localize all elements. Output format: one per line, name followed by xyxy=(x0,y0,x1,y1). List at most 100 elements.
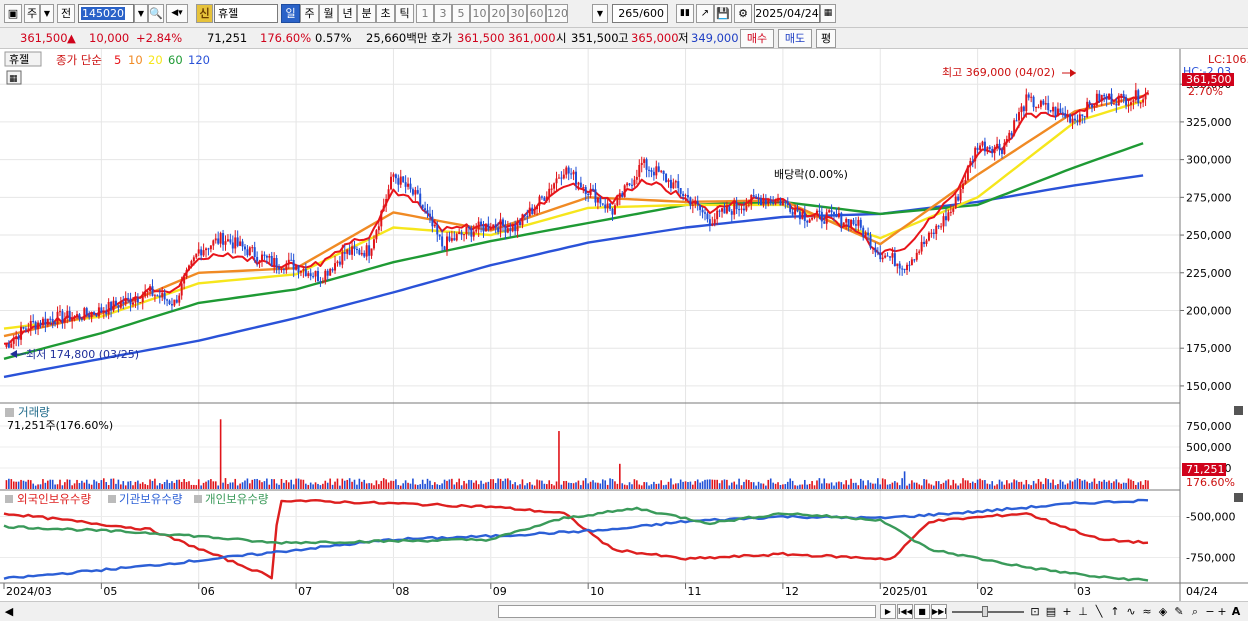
candle-body xyxy=(772,202,775,205)
candle-body xyxy=(633,179,636,186)
candle-body xyxy=(742,208,745,211)
minute-tab-5[interactable]: 5 xyxy=(452,4,470,23)
search-icon[interactable]: 🔍 xyxy=(148,4,164,23)
minute-tab-120[interactable]: 120 xyxy=(546,4,568,23)
volume-bar xyxy=(1018,481,1020,489)
candle-body xyxy=(638,165,641,177)
candle-body xyxy=(733,202,736,215)
candle-body xyxy=(334,263,337,271)
volume-bar xyxy=(429,480,431,489)
volume-bar xyxy=(1069,480,1071,489)
volume-panel-close-icon[interactable] xyxy=(1234,406,1243,415)
zoom-fit-icon[interactable]: ⊡ xyxy=(1028,605,1042,619)
minute-tab-60[interactable]: 60 xyxy=(527,4,546,23)
volume-bar xyxy=(151,480,154,489)
zoom-out-icon[interactable]: − xyxy=(1204,605,1216,619)
volume-bar xyxy=(1083,479,1086,489)
playback-button-3[interactable]: ▶▶I xyxy=(931,604,947,619)
period-tab-4[interactable]: 분 xyxy=(357,4,376,23)
candle-body xyxy=(906,264,909,271)
ytick-label-hold-0: -500,000 xyxy=(1186,511,1235,524)
market-type-select[interactable]: 주 xyxy=(24,4,40,23)
stock-code-input[interactable]: 145020 xyxy=(78,4,134,23)
zoom-slider-handle[interactable] xyxy=(982,606,988,617)
period-tab-3[interactable]: 년 xyxy=(338,4,357,23)
draw-tool-icon[interactable]: ↗ xyxy=(696,4,714,23)
font-size-icon[interactable]: A xyxy=(1230,605,1242,619)
candle-body xyxy=(891,253,894,258)
calendar-icon[interactable]: ▦ xyxy=(820,4,836,23)
candle-body xyxy=(1076,120,1079,123)
candle-body xyxy=(1129,102,1132,105)
candle-body xyxy=(1088,101,1091,105)
candle-body xyxy=(896,263,899,266)
candle-body xyxy=(696,201,699,205)
minute-tab-3[interactable]: 3 xyxy=(434,4,452,23)
holding-marker-2 xyxy=(108,495,116,503)
volume-bar xyxy=(141,482,144,489)
candle-body xyxy=(1098,93,1101,102)
code-dropdown-icon[interactable]: ▼ xyxy=(134,4,148,23)
minute-dropdown-icon[interactable]: ▼ xyxy=(592,4,608,23)
stock-chart[interactable]: 2024/03 05 06 07 08 09 10 11 12 2025/01 02 03 04/24 1… xyxy=(0,49,1248,601)
candle-body xyxy=(321,281,324,283)
buy-button[interactable]: 매수 xyxy=(740,29,774,48)
ruler-icon[interactable]: ⊥ xyxy=(1076,605,1090,619)
date-field[interactable]: 2025/04/24 xyxy=(754,4,820,23)
playback-button-2[interactable]: ■ xyxy=(914,604,930,619)
candle-body xyxy=(536,205,539,210)
volume-bar xyxy=(657,483,660,489)
arrow-up-icon[interactable]: ↑ xyxy=(1108,605,1122,619)
candle-body xyxy=(292,259,295,270)
scroll-thumb[interactable] xyxy=(498,605,876,618)
magnify-icon[interactable]: ⌕ xyxy=(1188,605,1202,619)
candle-body xyxy=(976,147,979,150)
crosshair-icon[interactable]: + xyxy=(1060,605,1074,619)
layout-icon[interactable]: ▤ xyxy=(1044,605,1058,619)
period-tab-6[interactable]: 틱 xyxy=(395,4,414,23)
volume-bar xyxy=(604,480,607,489)
minute-tab-10[interactable]: 10 xyxy=(470,4,489,23)
candle-body xyxy=(265,255,268,258)
volume-bar xyxy=(139,483,142,489)
window-menu-icon[interactable]: ▣ xyxy=(4,4,22,23)
bar-count-field[interactable]: 265/600 xyxy=(612,4,668,23)
minute-tab-30[interactable]: 30 xyxy=(508,4,527,23)
sell-button[interactable]: 매도 xyxy=(778,29,812,48)
average-button[interactable]: 평 xyxy=(816,29,836,48)
wave-icon[interactable]: ∿ xyxy=(1124,605,1138,619)
save-icon[interactable]: 💾 xyxy=(714,4,732,23)
minute-tab-20[interactable]: 20 xyxy=(489,4,508,23)
playback-button-1[interactable]: I◀◀ xyxy=(897,604,913,619)
period-tab-0[interactable]: 일 xyxy=(281,4,300,23)
chart-type-icon[interactable]: ▮▮ xyxy=(676,4,694,23)
period-tab-5[interactable]: 초 xyxy=(376,4,395,23)
speaker-icon[interactable]: ◀▾ xyxy=(166,4,188,23)
zigzag-icon[interactable]: ≈ xyxy=(1140,605,1154,619)
playback-button-0[interactable]: ▶ xyxy=(880,604,896,619)
zoom-slider-track[interactable] xyxy=(952,611,1024,613)
period-tab-2[interactable]: 월 xyxy=(319,4,338,23)
period-tab-1[interactable]: 주 xyxy=(300,4,319,23)
brush-icon[interactable]: ✎ xyxy=(1172,605,1186,619)
chevron-down-icon[interactable]: ▼ xyxy=(40,4,54,23)
volume-bar xyxy=(110,478,112,489)
stock-name-field[interactable]: 휴젤 xyxy=(214,4,278,23)
prev-button[interactable]: 전 xyxy=(57,4,75,23)
fill-icon[interactable]: ◈ xyxy=(1156,605,1170,619)
volume-bar xyxy=(555,481,558,489)
candle-body xyxy=(1032,96,1035,108)
scroll-left-icon[interactable]: ◀ xyxy=(4,605,14,619)
trend-line-icon[interactable]: ╲ xyxy=(1092,605,1106,619)
candle-body xyxy=(338,261,341,265)
volume-bar xyxy=(494,483,497,489)
zoom-in-icon[interactable]: + xyxy=(1216,605,1228,619)
volume-bar xyxy=(864,485,867,489)
holding-panel-close-icon[interactable] xyxy=(1234,493,1243,502)
minute-tab-1[interactable]: 1 xyxy=(416,4,434,23)
volume-bar xyxy=(1105,481,1108,489)
volume-bar xyxy=(278,484,280,489)
gear-icon[interactable]: ⚙ xyxy=(734,4,752,23)
volume-bar xyxy=(1127,478,1130,489)
candle-body xyxy=(163,293,166,300)
